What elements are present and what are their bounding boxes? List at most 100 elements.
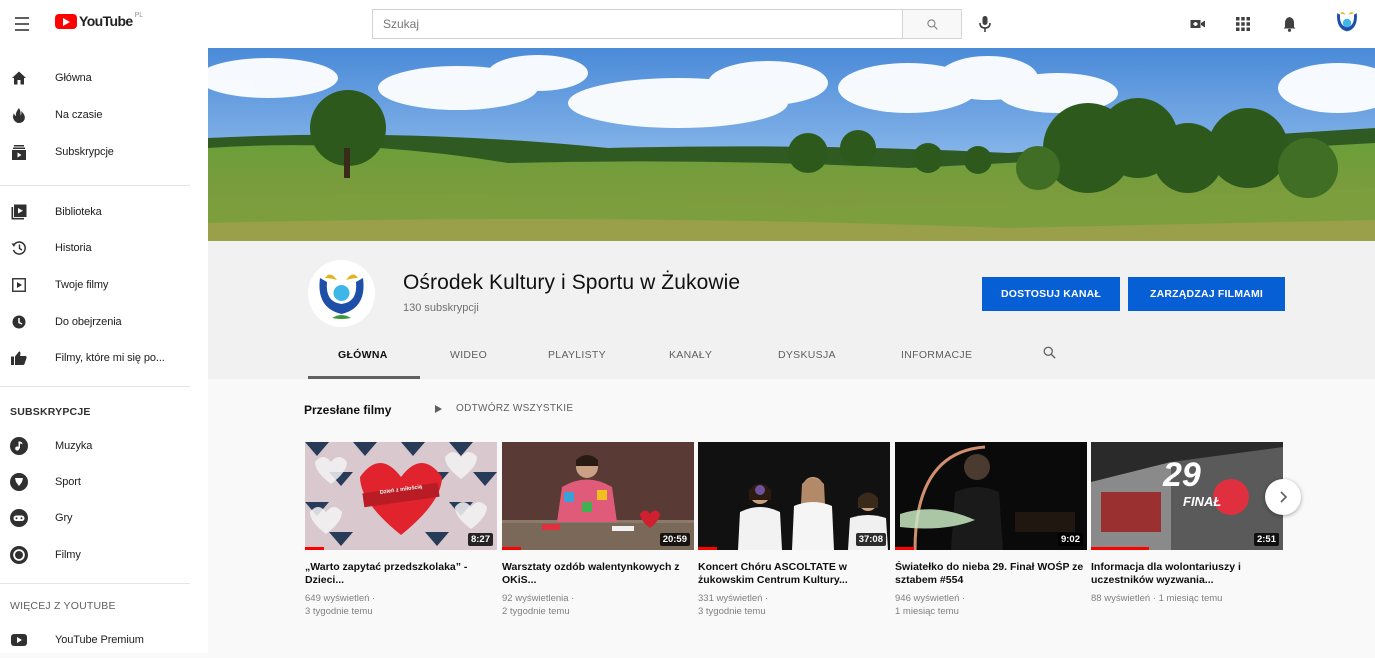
play-all-button[interactable]: ODTWÓRZ WSZYSTKIE: [435, 403, 573, 414]
sidebar-item-your-videos[interactable]: Twoje filmy: [0, 267, 208, 303]
watch-progress-bar: [305, 547, 324, 550]
sidebar-item-subscriptions[interactable]: Subskrypcje: [0, 134, 208, 170]
video-thumbnail[interactable]: 37:08: [698, 442, 890, 550]
sidebar-item-sport[interactable]: Sport: [0, 464, 208, 500]
video-thumbnail[interactable]: Dzień z miłością 8:27: [305, 442, 497, 550]
video-title[interactable]: „Warto zapytać przedszkolaka” - Dzieci..…: [305, 561, 497, 587]
video-card[interactable]: 29 FINAŁ 2:51 Informacja dla wolontarius…: [1091, 442, 1283, 605]
sidebar-item-label: Filmy, które mi się po...: [55, 352, 165, 364]
your-videos-icon: [10, 276, 28, 294]
library-icon: [10, 203, 28, 221]
play-all-label: ODTWÓRZ WSZYSTKIE: [456, 403, 574, 414]
channel-avatar[interactable]: [308, 260, 375, 327]
sidebar-item-watch-later[interactable]: Do obejrzenia: [0, 304, 208, 340]
channel-header: Ośrodek Kultury i Sportu w Żukowie 130 s…: [208, 241, 1375, 379]
tab-playlists[interactable]: PLAYLISTY: [548, 349, 606, 361]
video-age: 3 tygodnie temu: [698, 606, 766, 617]
customize-channel-button[interactable]: DOSTOSUJ KANAŁ: [982, 277, 1120, 311]
films-icon: [10, 546, 28, 564]
create-video-button[interactable]: [1188, 14, 1208, 34]
search-bar: [372, 9, 962, 39]
video-card[interactable]: 9:02 Światełko do nieba 29. Finał WOŚP z…: [895, 442, 1087, 618]
tab-channels[interactable]: KANAŁY: [669, 349, 712, 361]
notifications-button[interactable]: [1279, 14, 1299, 34]
video-title[interactable]: Informacja dla wolontariuszy i uczestnik…: [1091, 561, 1283, 587]
sidebar-divider: [0, 386, 190, 387]
youtube-logo[interactable]: YouTube PL: [55, 11, 144, 29]
voice-search-button[interactable]: [975, 12, 995, 36]
youtube-play-icon: [55, 13, 77, 29]
video-thumbnail[interactable]: 29 FINAŁ 2:51: [1091, 442, 1283, 550]
sidebar-item-history[interactable]: Historia: [0, 230, 208, 266]
watch-later-icon: [10, 313, 28, 331]
sidebar-item-label: Muzyka: [55, 440, 93, 452]
tab-home[interactable]: GŁÓWNA: [338, 349, 388, 361]
carousel-next-button[interactable]: [1265, 479, 1301, 515]
account-avatar[interactable]: [1332, 8, 1362, 38]
video-duration: 2:51: [1253, 533, 1279, 546]
manage-videos-button[interactable]: ZARZĄDZAJ FILMAMI: [1128, 277, 1285, 311]
channel-name: Ośrodek Kultury i Sportu w Żukowie: [403, 271, 741, 294]
subscriber-count: 130 subskrypcji: [403, 302, 479, 314]
sidebar-item-label: Historia: [55, 242, 92, 254]
sidebar-item-films[interactable]: Filmy: [0, 537, 208, 573]
sidebar-item-label: YouTube Premium: [55, 634, 144, 646]
watch-progress-bar: [895, 547, 914, 550]
sidebar-item-label: Biblioteka: [55, 206, 102, 218]
channel-content: Przesłane filmy ODTWÓRZ WSZYSTKIE Dzień …: [208, 379, 1375, 653]
sidebar-item-library[interactable]: Biblioteka: [0, 194, 208, 230]
search-icon: [926, 18, 938, 30]
video-thumbnail[interactable]: 9:02: [895, 442, 1087, 550]
video-views: 88 wyświetleń · 1 miesiąc temu: [1091, 593, 1223, 604]
video-views: 649 wyświetleń ·: [305, 593, 376, 604]
sidebar-item-label: Sport: [55, 476, 81, 488]
section-title: Przesłane filmy: [304, 403, 392, 417]
video-card[interactable]: Dzień z miłością 8:27 „Warto zapytać prz…: [305, 442, 497, 618]
channel-search-button[interactable]: [1042, 345, 1057, 363]
video-duration: 20:59: [659, 533, 690, 546]
video-age: 2 tygodnie temu: [502, 606, 570, 617]
video-card[interactable]: 37:08 Koncert Chóru ASCOLTATE w żukowski…: [698, 442, 890, 618]
trending-icon: [10, 106, 28, 124]
tab-about[interactable]: INFORMACJE: [901, 349, 972, 361]
video-age: 3 tygodnie temu: [305, 606, 373, 617]
bell-icon: [1283, 17, 1295, 32]
video-duration: 8:27: [467, 533, 493, 546]
video-title[interactable]: Światełko do nieba 29. Finał WOŚP ze szt…: [895, 561, 1087, 587]
sidebar-item-music[interactable]: Muzyka: [0, 428, 208, 464]
logo-region: PL: [134, 11, 144, 19]
home-icon: [10, 69, 28, 87]
sidebar-item-liked[interactable]: Filmy, które mi się po...: [0, 340, 208, 376]
play-icon: [435, 404, 442, 413]
okis-logo-icon: [1337, 12, 1357, 32]
sidebar-divider: [0, 583, 190, 584]
chevron-right-icon: [1280, 491, 1288, 503]
video-title[interactable]: Koncert Chóru ASCOLTATE w żukowskim Cent…: [698, 561, 890, 587]
microphone-icon: [979, 16, 991, 32]
sidebar-item-trending[interactable]: Na czasie: [0, 97, 208, 133]
subscriptions-heading: SUBSKRYPCJE: [10, 406, 91, 418]
logo-text: YouTube: [79, 13, 133, 29]
menu-icon[interactable]: [10, 12, 34, 36]
sidebar-item-label: Główna: [55, 72, 92, 84]
liked-icon: [10, 349, 28, 367]
search-button[interactable]: [902, 9, 962, 39]
sidebar-item-label: Filmy: [55, 549, 81, 561]
video-thumbnail[interactable]: 20:59: [502, 442, 694, 550]
thumbnail-caption: 29: [1163, 456, 1201, 494]
more-from-youtube-heading: WIĘCEJ Z YOUTUBE: [10, 600, 116, 612]
video-views: 946 wyświetleń ·: [895, 593, 966, 604]
apps-button[interactable]: [1233, 14, 1253, 34]
video-card[interactable]: 20:59 Warsztaty ozdób walentynkowych z O…: [502, 442, 694, 618]
sidebar-item-home[interactable]: Główna: [0, 60, 208, 96]
sidebar-item-gaming[interactable]: Gry: [0, 500, 208, 536]
search-icon: [1043, 346, 1056, 359]
tab-discussion[interactable]: DYSKUSJA: [778, 349, 836, 361]
tab-videos[interactable]: WIDEO: [450, 349, 487, 361]
sidebar: Główna Na czasie Subskrypcje Biblioteka …: [0, 48, 208, 653]
video-age: 1 miesiąc temu: [895, 606, 959, 617]
thumbnail-caption: FINAŁ: [1183, 494, 1222, 509]
search-input[interactable]: [372, 9, 902, 39]
video-title[interactable]: Warsztaty ozdób walentynkowych z OKiS...: [502, 561, 694, 587]
youtube-premium-icon: [10, 631, 28, 649]
